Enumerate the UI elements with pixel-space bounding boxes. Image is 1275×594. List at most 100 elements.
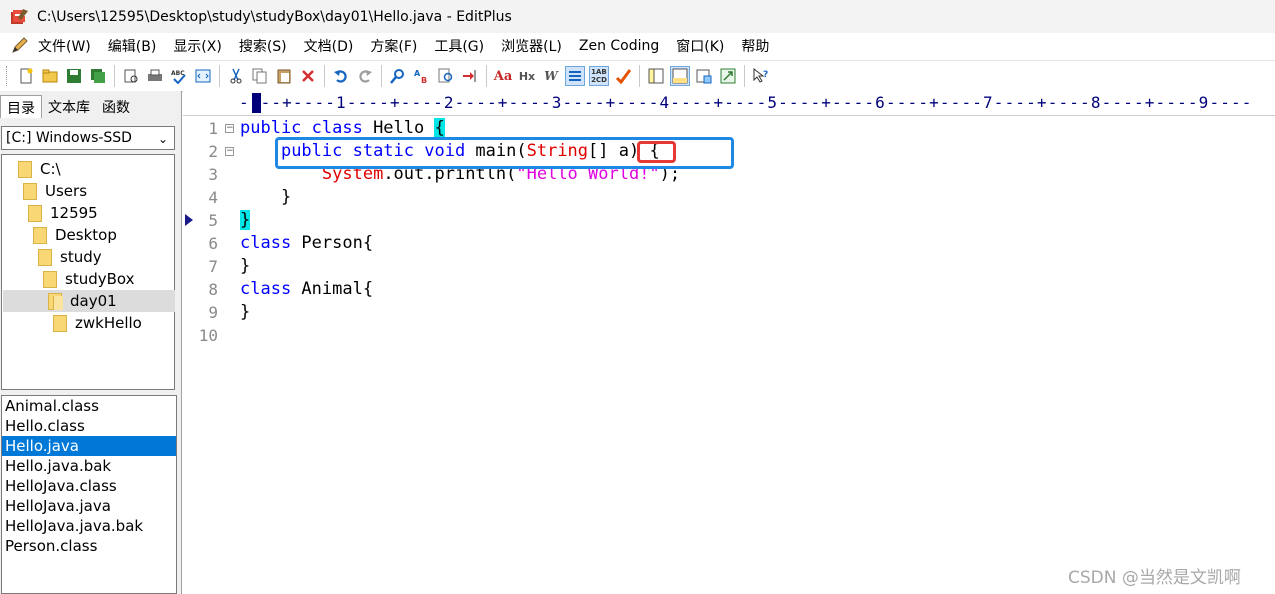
undo-icon[interactable] [331,66,351,86]
print-preview-icon[interactable] [121,66,141,86]
menu-window[interactable]: 窗口(K) [676,36,724,56]
paste-icon[interactable] [274,66,294,86]
editplus-app-icon [9,8,29,26]
line-number: 6 [208,234,218,253]
file-list: Animal.class Hello.class Hello.java Hell… [1,395,177,594]
goto-line-icon[interactable] [460,66,480,86]
ruler-cursor-marker [252,93,261,113]
folder-icon [43,270,57,288]
code-line-8: class Animal{ [240,279,374,299]
replace-icon[interactable]: AB [412,66,432,86]
delete-icon[interactable] [298,66,318,86]
hex-view-icon[interactable]: Hx [517,66,537,86]
output-window-icon[interactable] [670,66,690,86]
menu-bar: 文件(W) 编辑(B) 显示(X) 搜索(S) 文档(D) 方案(F) 工具(G… [0,33,1275,59]
file-item[interactable]: HelloJava.class [2,476,176,496]
tree-item-day01[interactable]: day01 [3,290,175,312]
browser-preview-icon[interactable] [193,66,213,86]
code-line-9: } [240,302,251,322]
line-number-icon[interactable] [565,66,585,86]
tab-cliptext[interactable]: 文本库 [42,95,96,117]
directory-window-icon[interactable] [646,66,666,86]
line-number: 2 [208,142,218,161]
svg-text:B: B [421,76,427,84]
clip-window-icon[interactable] [694,66,714,86]
fold-toggle-icon[interactable]: − [225,124,234,133]
redo-icon[interactable] [355,66,375,86]
print-icon[interactable] [145,66,165,86]
menu-file[interactable]: 文件(W) [38,36,91,56]
tree-item-study[interactable]: study [38,246,102,268]
cut-icon[interactable] [226,66,246,86]
menu-project[interactable]: 方案(F) [370,36,417,56]
line-number: 1 [208,119,218,138]
find-in-files-icon[interactable] [436,66,456,86]
folder-tree: C:\ Users 12595 Desktop study studyBox d… [1,154,175,390]
tab-directory[interactable]: 目录 [0,95,42,118]
open-file-icon[interactable] [40,66,60,86]
directory-pane: 目录 文本库 函数 [C:] Windows-SSD ⌄ C:\ Users 1… [0,91,182,594]
spellcheck-icon[interactable]: ABC [169,66,189,86]
menu-tools[interactable]: 工具(G) [434,36,484,56]
file-item[interactable]: Person.class [2,536,176,556]
matching-brace: } [240,210,251,230]
sidebar-tabs: 目录 文本库 函数 [0,95,136,118]
folder-icon [53,314,67,332]
file-item[interactable]: Hello.java.bak [2,456,176,476]
tab-functions[interactable]: 函数 [96,95,136,117]
line-number: 9 [208,303,218,322]
column-marker-icon[interactable]: 1AB 2CD [589,66,609,86]
file-item[interactable]: Animal.class [2,396,176,416]
current-line-marker-icon [185,214,193,226]
folder-icon [33,226,47,244]
drive-select-value: [C:] Windows-SSD [6,130,132,146]
save-all-icon[interactable] [88,66,108,86]
drive-select[interactable]: [C:] Windows-SSD ⌄ [1,126,175,150]
toolbar: ABC AB Aa Hx W 1AB 2CD ? [0,60,1275,92]
folder-icon [38,248,52,266]
menu-zen-coding[interactable]: Zen Coding [579,38,659,54]
file-item[interactable]: Hello.class [2,416,176,436]
code-line-7: } [240,256,251,276]
tree-item-12595[interactable]: 12595 [28,202,98,224]
file-item[interactable]: HelloJava.java.bak [2,516,176,536]
new-file-icon[interactable] [16,66,36,86]
toolbar-separator [114,65,115,87]
menu-browser[interactable]: 浏览器(L) [501,36,562,56]
font-icon[interactable]: Aa [493,66,513,86]
fullscreen-icon[interactable] [718,66,738,86]
save-icon[interactable] [64,66,84,86]
file-item-selected[interactable]: Hello.java [2,436,176,456]
title-bar: C:\Users\12595\Desktop\study\studyBox\da… [0,0,1275,33]
line-number: 7 [208,257,218,276]
folder-icon [18,160,32,178]
menu-help[interactable]: 帮助 [741,36,769,56]
tree-item-users[interactable]: Users [23,180,87,202]
file-item[interactable]: HelloJava.java [2,496,176,516]
word-wrap-icon[interactable]: W [541,66,561,86]
code-line-6: class Person{ [240,233,374,253]
menu-search[interactable]: 搜索(S) [239,36,287,56]
code-line-5: } [240,209,251,232]
tree-item-desktop[interactable]: Desktop [33,224,117,246]
chevron-down-icon[interactable]: ⌄ [158,132,168,146]
menu-view[interactable]: 显示(X) [173,36,222,56]
window-title: C:\Users\12595\Desktop\study\studyBox\da… [37,8,512,25]
menu-edit[interactable]: 编辑(B) [108,36,157,56]
find-icon[interactable] [388,66,408,86]
pen-icon [10,37,28,55]
toolbar-separator [381,65,382,87]
help-context-icon[interactable]: ? [751,66,771,86]
code-editor[interactable]: 1 2 3 4 5 6 7 8 9 10 − − public class He… [183,116,1275,594]
toolbar-grip[interactable] [6,66,10,86]
copy-icon[interactable] [250,66,270,86]
fold-toggle-icon[interactable]: − [225,147,234,156]
menu-document[interactable]: 文档(D) [304,36,354,56]
svg-text:A: A [414,69,421,78]
tree-item-zwkhello[interactable]: zwkHello [53,312,142,334]
tools-icon[interactable] [613,66,633,86]
folder-icon [23,182,37,200]
tree-item-c[interactable]: C:\ [18,158,61,180]
line-number: 3 [208,165,218,184]
tree-item-studybox[interactable]: studyBox [43,268,135,290]
